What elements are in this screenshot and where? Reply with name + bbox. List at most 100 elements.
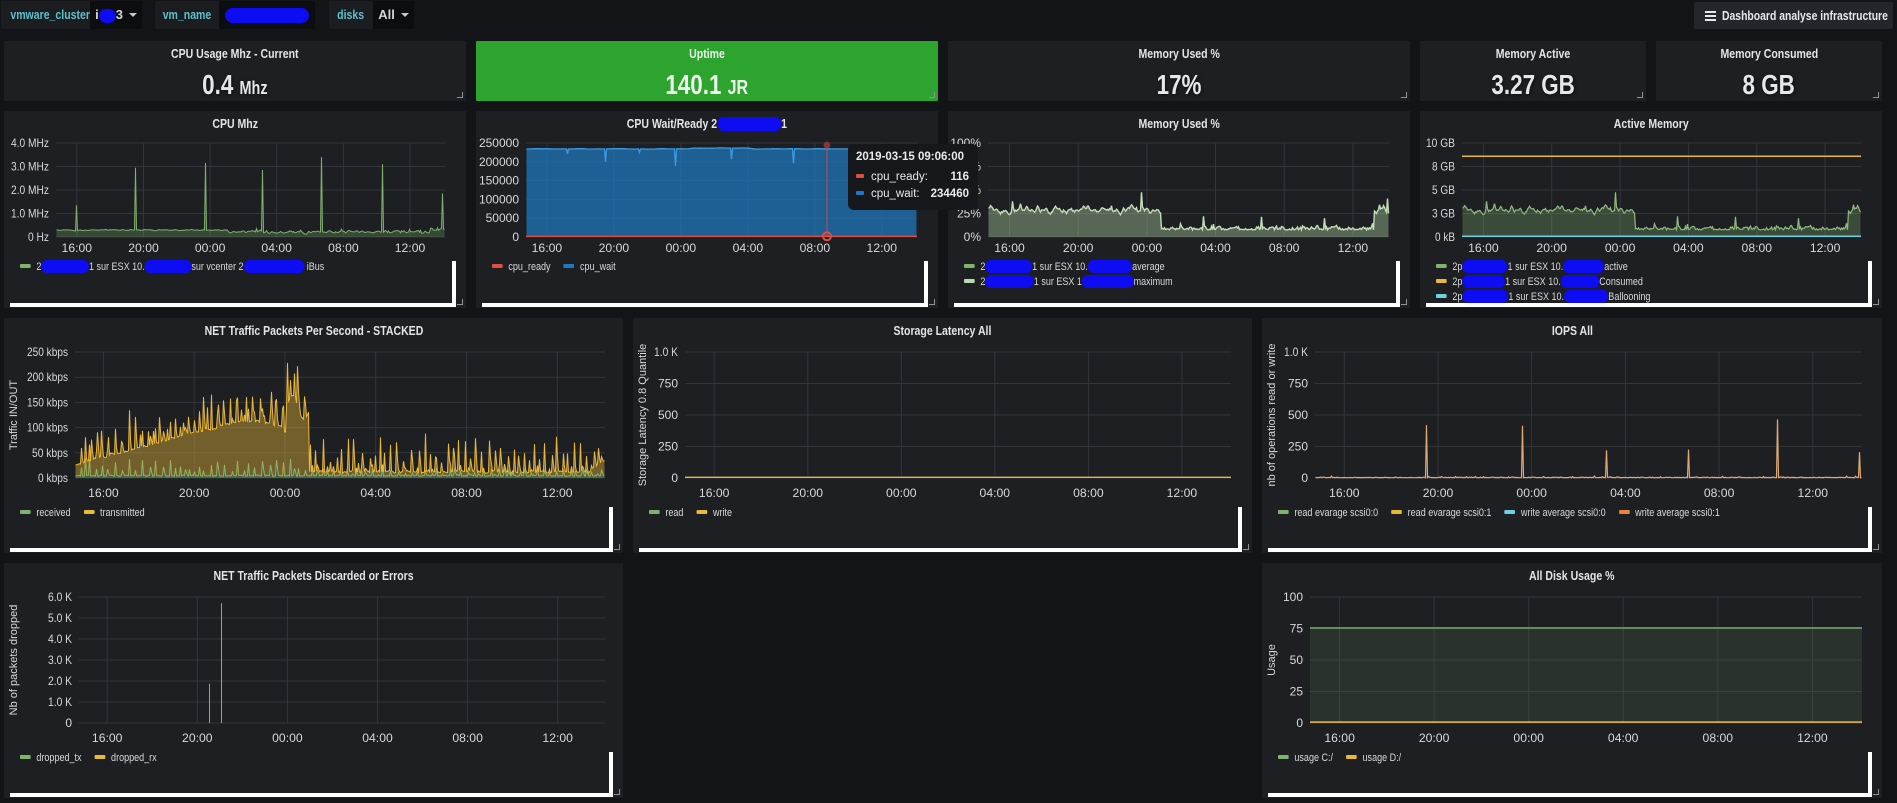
svg-text:16:00: 16:00 — [92, 731, 123, 745]
svg-text:16:00: 16:00 — [1329, 486, 1360, 500]
svg-text:04:00: 04:00 — [1200, 241, 1231, 255]
svg-text:25: 25 — [1290, 685, 1304, 699]
svg-text:12:00: 12:00 — [1797, 731, 1828, 745]
svg-text:08:00: 08:00 — [800, 241, 831, 255]
svg-text:00:00: 00:00 — [666, 241, 697, 255]
svg-text:20:00: 20:00 — [1536, 241, 1567, 255]
svg-text:0%: 0% — [964, 230, 982, 244]
svg-text:5.0 K: 5.0 K — [48, 611, 72, 625]
svg-text:75: 75 — [1290, 622, 1304, 636]
svg-text:8 GB: 8 GB — [1432, 160, 1455, 174]
svg-text:04:00: 04:00 — [1608, 731, 1639, 745]
svg-text:04:00: 04:00 — [261, 241, 292, 255]
svg-text:20:00: 20:00 — [128, 241, 159, 255]
svg-text:08:00: 08:00 — [1742, 241, 1773, 255]
svg-text:16:00: 16:00 — [532, 241, 563, 255]
svg-text:00:00: 00:00 — [886, 486, 917, 500]
svg-text:08:00: 08:00 — [1269, 241, 1300, 255]
svg-text:08:00: 08:00 — [451, 486, 482, 500]
svg-text:16:00: 16:00 — [1324, 731, 1355, 745]
svg-text:1.0 K: 1.0 K — [1284, 345, 1308, 359]
svg-text:16:00: 16:00 — [88, 486, 119, 500]
svg-text:Traffic IN/OUT: Traffic IN/OUT — [8, 380, 20, 451]
svg-text:16:00: 16:00 — [994, 241, 1025, 255]
svg-text:100 kbps: 100 kbps — [27, 421, 68, 435]
svg-text:50 kbps: 50 kbps — [32, 446, 68, 460]
svg-text:08:00: 08:00 — [452, 731, 483, 745]
svg-text:100000: 100000 — [479, 192, 519, 206]
svg-text:100: 100 — [1283, 590, 1303, 604]
svg-text:00:00: 00:00 — [1516, 486, 1547, 500]
svg-text:0 Hz: 0 Hz — [28, 230, 49, 244]
svg-text:50: 50 — [1290, 653, 1304, 667]
svg-text:08:00: 08:00 — [1703, 731, 1734, 745]
svg-text:250 kbps: 250 kbps — [27, 345, 68, 359]
svg-text:04:00: 04:00 — [1610, 486, 1641, 500]
svg-text:0: 0 — [512, 230, 519, 244]
svg-text:250: 250 — [1288, 440, 1308, 454]
svg-text:1.0 MHz: 1.0 MHz — [11, 207, 49, 221]
svg-text:3.0 K: 3.0 K — [48, 653, 72, 667]
svg-text:08:00: 08:00 — [328, 241, 359, 255]
svg-text:12:00: 12:00 — [542, 486, 573, 500]
svg-text:150 kbps: 150 kbps — [27, 395, 68, 409]
svg-text:12:00: 12:00 — [1810, 241, 1841, 255]
svg-text:4.0 K: 4.0 K — [48, 632, 72, 646]
svg-text:08:00: 08:00 — [1073, 486, 1104, 500]
svg-text:250000: 250000 — [479, 136, 519, 150]
svg-text:Storage Latency 0.8 Quantile: Storage Latency 0.8 Quantile — [637, 344, 649, 486]
svg-text:08:00: 08:00 — [1704, 486, 1735, 500]
svg-text:50000: 50000 — [486, 211, 520, 225]
svg-text:00:00: 00:00 — [195, 241, 226, 255]
svg-text:3 GB: 3 GB — [1432, 207, 1455, 221]
svg-text:200000: 200000 — [479, 155, 519, 169]
svg-text:12:00: 12:00 — [542, 731, 573, 745]
svg-text:00:00: 00:00 — [1605, 241, 1636, 255]
svg-text:12:00: 12:00 — [1167, 486, 1198, 500]
svg-text:16:00: 16:00 — [699, 486, 730, 500]
svg-text:00:00: 00:00 — [272, 731, 303, 745]
svg-text:200 kbps: 200 kbps — [27, 370, 68, 384]
svg-text:04:00: 04:00 — [1673, 241, 1704, 255]
svg-text:10 GB: 10 GB — [1426, 136, 1455, 150]
svg-text:500: 500 — [658, 408, 678, 422]
svg-text:20:00: 20:00 — [599, 241, 630, 255]
svg-text:750: 750 — [658, 377, 678, 391]
svg-text:0: 0 — [671, 471, 678, 485]
svg-text:3.0 MHz: 3.0 MHz — [11, 160, 49, 174]
svg-text:500: 500 — [1288, 408, 1308, 422]
svg-text:20:00: 20:00 — [793, 486, 824, 500]
svg-text:04:00: 04:00 — [980, 486, 1011, 500]
svg-text:00:00: 00:00 — [270, 486, 301, 500]
svg-text:12:00: 12:00 — [1798, 486, 1829, 500]
svg-text:1.0 K: 1.0 K — [48, 695, 72, 709]
svg-text:5 GB: 5 GB — [1432, 183, 1455, 197]
svg-text:6.0 K: 6.0 K — [48, 590, 72, 604]
svg-text:16:00: 16:00 — [1468, 241, 1499, 255]
svg-text:0: 0 — [65, 716, 72, 730]
svg-text:Usage: Usage — [1266, 644, 1278, 676]
svg-text:12:00: 12:00 — [395, 241, 426, 255]
svg-text:20:00: 20:00 — [182, 731, 213, 745]
svg-text:0: 0 — [1301, 471, 1308, 485]
svg-text:0 kB: 0 kB — [1435, 230, 1455, 244]
svg-text:Nb of packets dropped: Nb of packets dropped — [8, 605, 20, 716]
svg-text:4.0 MHz: 4.0 MHz — [11, 136, 49, 150]
svg-text:12:00: 12:00 — [867, 241, 898, 255]
svg-text:1.0 K: 1.0 K — [654, 345, 678, 359]
svg-text:0: 0 — [1296, 716, 1303, 730]
svg-text:04:00: 04:00 — [362, 731, 393, 745]
svg-text:20:00: 20:00 — [179, 486, 210, 500]
svg-text:750: 750 — [1288, 377, 1308, 391]
svg-text:04:00: 04:00 — [360, 486, 391, 500]
svg-text:00:00: 00:00 — [1513, 731, 1544, 745]
svg-text:04:00: 04:00 — [733, 241, 764, 255]
svg-text:12:00: 12:00 — [1338, 241, 1369, 255]
svg-text:00:00: 00:00 — [1132, 241, 1163, 255]
svg-text:20:00: 20:00 — [1063, 241, 1094, 255]
svg-text:150000: 150000 — [479, 174, 519, 188]
svg-text:16:00: 16:00 — [62, 241, 93, 255]
svg-text:2.0 K: 2.0 K — [48, 674, 72, 688]
svg-text:20:00: 20:00 — [1423, 486, 1454, 500]
svg-text:2.0 MHz: 2.0 MHz — [11, 183, 49, 197]
